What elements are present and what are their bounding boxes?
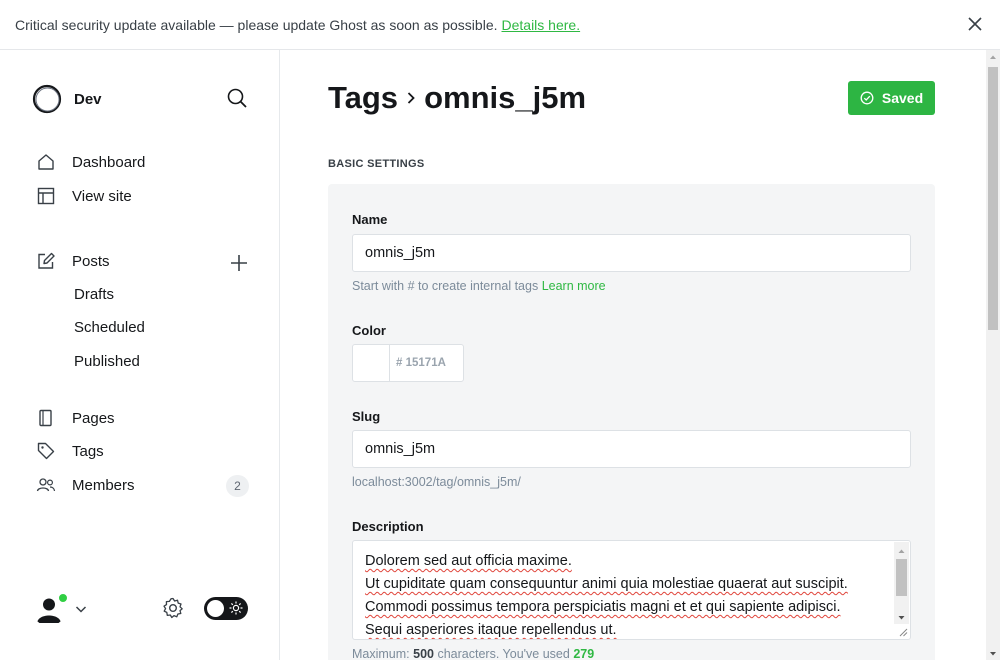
sidebar: Dev Dashboard View site Posts Drafts Sch…: [0, 50, 280, 660]
search-icon[interactable]: [226, 87, 248, 109]
scroll-up-icon: [990, 55, 996, 59]
layout-icon: [36, 186, 56, 206]
color-swatch[interactable]: [353, 345, 390, 381]
check-circle-icon: [860, 91, 874, 105]
sun-icon: [229, 601, 243, 615]
color-value: 15171A: [405, 357, 446, 369]
name-hint: Start with # to create internal tags Lea…: [352, 279, 606, 293]
people-icon: [36, 475, 56, 495]
slug-url: localhost:3002/tag/omnis_j5m/: [352, 475, 521, 489]
name-hint-text: Start with # to create internal tags: [352, 279, 539, 293]
sidebar-item-label: Posts: [72, 252, 110, 270]
textarea-scroll-thumb[interactable]: [896, 559, 907, 596]
counter-used: 279: [573, 647, 595, 660]
textarea-scrollbar[interactable]: [894, 542, 909, 624]
section-title: BASIC SETTINGS: [328, 158, 425, 170]
sidebar-item-label: Members: [72, 476, 135, 494]
breadcrumb-current: omnis_j5m: [424, 80, 587, 115]
sidebar-item-label: View site: [72, 187, 132, 205]
description-line: Sequi asperiores itaque repellendus ut.: [365, 622, 617, 638]
slug-input[interactable]: omnis_j5m: [352, 430, 911, 468]
description-label: Description: [352, 519, 424, 534]
color-hex-input[interactable]: # 15171A: [390, 345, 446, 381]
sidebar-item-posts[interactable]: Posts: [36, 251, 110, 271]
banner-details-link[interactable]: Details here.: [502, 17, 581, 33]
sidebar-item-view-site[interactable]: View site: [36, 186, 132, 206]
add-post-plus-icon[interactable]: [228, 252, 250, 274]
page-scrollbar[interactable]: [986, 50, 1000, 660]
gear-icon[interactable]: [161, 596, 185, 620]
resize-handle-icon[interactable]: [898, 627, 908, 637]
counter-max: 500: [413, 647, 434, 660]
basic-settings-panel: Name omnis_j5m Start with # to create in…: [328, 184, 935, 660]
sidebar-item-drafts[interactable]: Drafts: [74, 286, 114, 303]
online-status-dot: [58, 593, 68, 603]
counter-mid: characters. You've used: [437, 647, 570, 660]
sidebar-item-dashboard[interactable]: Dashboard: [36, 152, 145, 172]
main-content: Tags omnis_j5m Saved BASIC SETTINGS Name…: [280, 50, 986, 660]
scroll-up-icon: [898, 549, 905, 553]
sidebar-item-published[interactable]: Published: [74, 353, 140, 370]
color-picker[interactable]: # 15171A: [352, 344, 464, 382]
house-icon: [36, 152, 56, 172]
color-label: Color: [352, 323, 386, 338]
sidebar-item-pages[interactable]: Pages: [36, 408, 115, 428]
chevron-right-icon: [407, 92, 415, 104]
sidebar-item-label: Dashboard: [72, 153, 146, 171]
description-line: Ut cupiditate quam consequuntur animi qu…: [365, 576, 848, 592]
description-textarea[interactable]: Dolorem sed aut officia maxime. Ut cupid…: [352, 540, 911, 640]
close-icon[interactable]: [966, 15, 984, 33]
saved-button[interactable]: Saved: [848, 81, 935, 115]
tag-icon: [36, 441, 56, 461]
scroll-down-icon: [898, 616, 905, 620]
slug-label: Slug: [352, 409, 381, 424]
chevron-down-icon: [75, 606, 87, 613]
theme-toggle[interactable]: [204, 597, 248, 620]
breadcrumb-tags[interactable]: Tags: [328, 80, 398, 116]
name-input[interactable]: omnis_j5m: [352, 234, 911, 272]
site-name: Dev: [74, 90, 102, 108]
pages-icon: [36, 408, 56, 428]
sidebar-item-label: Tags: [72, 442, 104, 460]
description-line: Commodi possimus tempora perspiciatis ma…: [365, 599, 841, 615]
sidebar-item-scheduled[interactable]: Scheduled: [74, 319, 145, 336]
page-title: Tags omnis_j5m: [328, 80, 586, 116]
character-counter: Maximum: 500 characters. You've used 279: [352, 647, 594, 660]
description-line: Dolorem sed aut officia maxime.: [365, 553, 572, 569]
color-hash: #: [396, 357, 403, 369]
site-brand[interactable]: Dev: [32, 84, 102, 114]
sidebar-item-label: Pages: [72, 409, 115, 427]
name-label: Name: [352, 212, 388, 227]
members-count-badge: 2: [226, 475, 249, 497]
sidebar-item-tags[interactable]: Tags: [36, 441, 104, 461]
banner-message: Critical security update available — ple…: [15, 16, 498, 33]
counter-prefix: Maximum:: [352, 647, 410, 660]
pencil-icon: [36, 251, 56, 271]
toggle-knob: [207, 600, 224, 617]
site-logo-icon: [32, 84, 62, 114]
scroll-down-icon: [990, 652, 996, 656]
saved-label: Saved: [881, 90, 924, 106]
update-banner: Critical security update available — ple…: [0, 0, 1000, 50]
page-scroll-thumb[interactable]: [988, 67, 998, 330]
learn-more-link[interactable]: Learn more: [542, 279, 606, 293]
sidebar-item-members[interactable]: Members: [36, 475, 135, 495]
